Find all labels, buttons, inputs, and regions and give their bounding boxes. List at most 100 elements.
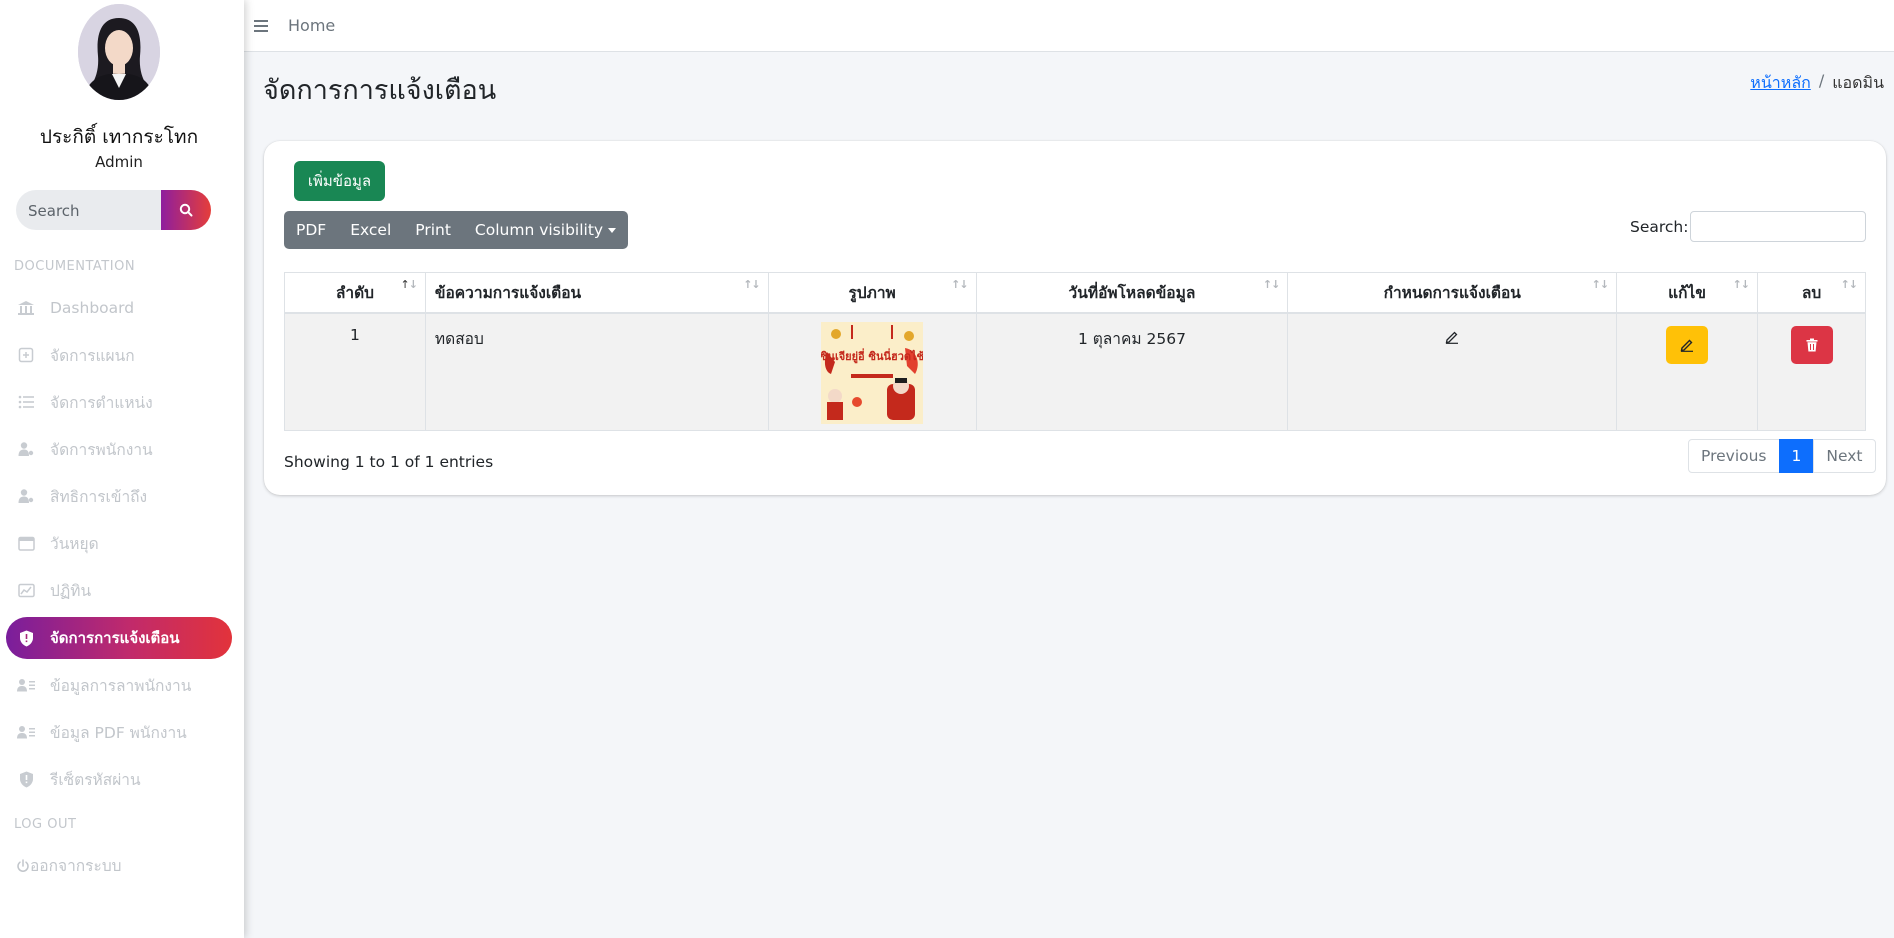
sidebar-item-label: จัดการแผนก bbox=[50, 346, 135, 365]
cell-message: ทดสอบ bbox=[424, 312, 769, 431]
sort-asc-icon: ↑↓ bbox=[400, 278, 417, 291]
table-search-label: Search: bbox=[1630, 218, 1689, 236]
sidebar-item-label: ข้อมูลการลาพนักงาน bbox=[50, 676, 192, 695]
menu-toggle-icon[interactable] bbox=[254, 19, 268, 32]
column-header-image[interactable]: รูปภาพ ↑↓ bbox=[767, 272, 977, 314]
sidebar-item-leave-data[interactable]: ข้อมูลการลาพนักงาน bbox=[6, 664, 232, 706]
column-header-delete[interactable]: ลบ ↑↓ bbox=[1757, 272, 1866, 314]
sidebar-item-holidays[interactable]: วันหยุด bbox=[6, 522, 232, 564]
sort-icon: ↑↓ bbox=[951, 278, 968, 291]
cell-edit bbox=[1616, 312, 1758, 431]
section-documentation: DOCUMENTATION bbox=[14, 259, 136, 274]
sidebar: ประกิติ์ เทากระโทก Admin DOCUMENTATION D… bbox=[0, 0, 244, 938]
column-header-edit[interactable]: แก้ไข ↑↓ bbox=[1616, 272, 1758, 314]
table-search-input[interactable] bbox=[1690, 211, 1866, 242]
sidebar-item-label: จัดการการแจ้งเตือน bbox=[50, 629, 180, 647]
sidebar-item-label: จัดการพนักงาน bbox=[50, 440, 153, 459]
breadcrumb-home-link[interactable]: หน้าหลัก bbox=[1750, 71, 1811, 96]
cell-schedule bbox=[1287, 312, 1618, 431]
sidebar-item-dashboard[interactable]: Dashboard bbox=[6, 287, 232, 329]
column-header-label: รูปภาพ bbox=[848, 283, 896, 302]
user-gear-icon bbox=[16, 487, 36, 505]
notifications-table: ลำดับ ↑↓ ข้อความการแจ้งเตือน ↑↓ รูปภาพ ↑↓ ว… bbox=[284, 272, 1866, 431]
sidebar-item-calendar[interactable]: ปฏิทิน bbox=[6, 569, 232, 611]
sidebar-item-notifications[interactable]: จัดการการแจ้งเตือน bbox=[6, 617, 232, 659]
column-header-message[interactable]: ข้อความการแจ้งเตือน ↑↓ bbox=[424, 272, 769, 314]
print-button[interactable]: Print bbox=[403, 211, 463, 249]
schedule-edit-link[interactable] bbox=[1445, 330, 1459, 348]
pdf-export-button[interactable]: PDF bbox=[284, 211, 338, 249]
calendar-icon bbox=[16, 534, 36, 552]
pagination-previous[interactable]: Previous bbox=[1688, 439, 1780, 473]
add-data-button[interactable]: เพิ่มข้อมูล bbox=[294, 161, 385, 201]
notification-image[interactable]: ซินเจียยู่อี่ ซินนี่ฮวดไช้ bbox=[821, 321, 924, 424]
pencil-icon bbox=[1445, 331, 1459, 344]
add-square-icon bbox=[16, 346, 36, 364]
sort-icon: ↑↓ bbox=[1732, 278, 1750, 291]
excel-export-button[interactable]: Excel bbox=[338, 211, 403, 249]
cell-index: 1 bbox=[284, 312, 426, 431]
column-header-label: ข้อความการแจ้งเตือน bbox=[434, 283, 582, 302]
column-header-label: แก้ไข bbox=[1668, 283, 1706, 302]
list-icon bbox=[16, 393, 36, 411]
sidebar-item-label: ปฏิทิน bbox=[50, 581, 92, 600]
trash-icon bbox=[1806, 338, 1817, 351]
user-name: ประกิติ์ เทากระโทก bbox=[39, 126, 199, 148]
sidebar-search bbox=[16, 190, 211, 230]
column-header-label: ลบ bbox=[1801, 283, 1822, 302]
edit-button[interactable] bbox=[1666, 325, 1709, 364]
cell-upload-date: 1 ตุลาคม 2567 bbox=[975, 312, 1289, 431]
column-header-upload-date[interactable]: วันที่อัพโหลดข้อมูล ↑↓ bbox=[975, 272, 1289, 314]
shield-icon bbox=[16, 629, 36, 647]
breadcrumb-separator: / bbox=[1818, 71, 1825, 90]
sort-icon: ↑↓ bbox=[1591, 278, 1609, 291]
column-header-label: ลำดับ bbox=[335, 283, 374, 302]
chart-icon bbox=[16, 581, 36, 599]
sidebar-item-label: รีเซ็ตรหัสผ่าน bbox=[50, 770, 141, 789]
column-visibility-button[interactable]: Column visibility bbox=[463, 211, 628, 249]
logout-link[interactable]: ออกจากระบบ bbox=[16, 853, 122, 878]
bank-icon bbox=[16, 299, 36, 317]
delete-button[interactable] bbox=[1790, 325, 1833, 364]
sidebar-search-button[interactable] bbox=[161, 190, 211, 230]
image-text: ซินเจียยู่อี่ ซินนี่ฮวดไช้ bbox=[821, 348, 923, 364]
caret-down-icon bbox=[608, 227, 617, 233]
logout-label: ออกจากระบบ bbox=[30, 857, 122, 875]
pagination-next[interactable]: Next bbox=[1813, 439, 1876, 473]
sort-icon: ↑↓ bbox=[1840, 278, 1858, 291]
cell-delete bbox=[1757, 312, 1866, 431]
breadcrumb-current: แอดมิน bbox=[1832, 73, 1884, 92]
table-header-row: ลำดับ ↑↓ ข้อความการแจ้งเตือน ↑↓ รูปภาพ ↑↓ ว… bbox=[284, 272, 1866, 314]
pencil-icon bbox=[1680, 339, 1694, 352]
avatar-photo bbox=[78, 4, 160, 100]
sidebar-item-employees[interactable]: จัดการพนักงาน bbox=[6, 428, 232, 470]
column-header-label: กำหนดการแจ้งเตือน bbox=[1383, 283, 1521, 302]
pagination-page-1[interactable]: 1 bbox=[1778, 439, 1815, 473]
sidebar-search-input[interactable] bbox=[16, 190, 161, 230]
column-visibility-label: Column visibility bbox=[474, 221, 604, 239]
page-title: จัดการการแจ้งเตือน bbox=[263, 75, 497, 106]
cell-image: ซินเจียยู่อี่ ซินนี่ฮวดไช้ bbox=[767, 312, 977, 431]
column-header-index[interactable]: ลำดับ ↑↓ bbox=[284, 272, 426, 314]
table-row: 1 ทดสอบ ซินเจียยู่อี่ ซินนี่ฮวดไช้ 1 ตุล… bbox=[284, 312, 1866, 431]
user-role: Admin bbox=[95, 153, 143, 171]
power-icon bbox=[17, 858, 29, 872]
shield-icon bbox=[16, 770, 36, 788]
sidebar-item-label: ข้อมูล PDF พนักงาน bbox=[50, 723, 187, 742]
breadcrumb: หน้าหลัก / แอดมิน bbox=[1750, 71, 1884, 96]
section-logout: LOG OUT bbox=[14, 817, 77, 832]
table-info: Showing 1 to 1 of 1 entries bbox=[284, 453, 494, 471]
sidebar-item-departments[interactable]: จัดการแผนก bbox=[6, 334, 232, 376]
sidebar-item-access-rights[interactable]: สิทธิการเข้าถึง bbox=[6, 475, 232, 517]
sidebar-item-reset-password[interactable]: รีเซ็ตรหัสผ่าน bbox=[6, 758, 232, 800]
top-home-link[interactable]: Home bbox=[288, 16, 335, 35]
top-navbar: Home bbox=[244, 0, 1894, 52]
user-list-icon bbox=[16, 723, 36, 741]
column-header-schedule[interactable]: กำหนดการแจ้งเตือน ↑↓ bbox=[1287, 272, 1618, 314]
column-header-label: วันที่อัพโหลดข้อมูล bbox=[1068, 283, 1196, 302]
pagination: Previous 1 Next bbox=[1688, 439, 1876, 473]
user-list-icon bbox=[16, 676, 36, 694]
sort-icon: ↑↓ bbox=[743, 278, 760, 291]
sidebar-item-positions[interactable]: จัดการตำแหน่ง bbox=[6, 381, 232, 423]
sidebar-item-employee-pdf[interactable]: ข้อมูล PDF พนักงาน bbox=[6, 711, 232, 753]
